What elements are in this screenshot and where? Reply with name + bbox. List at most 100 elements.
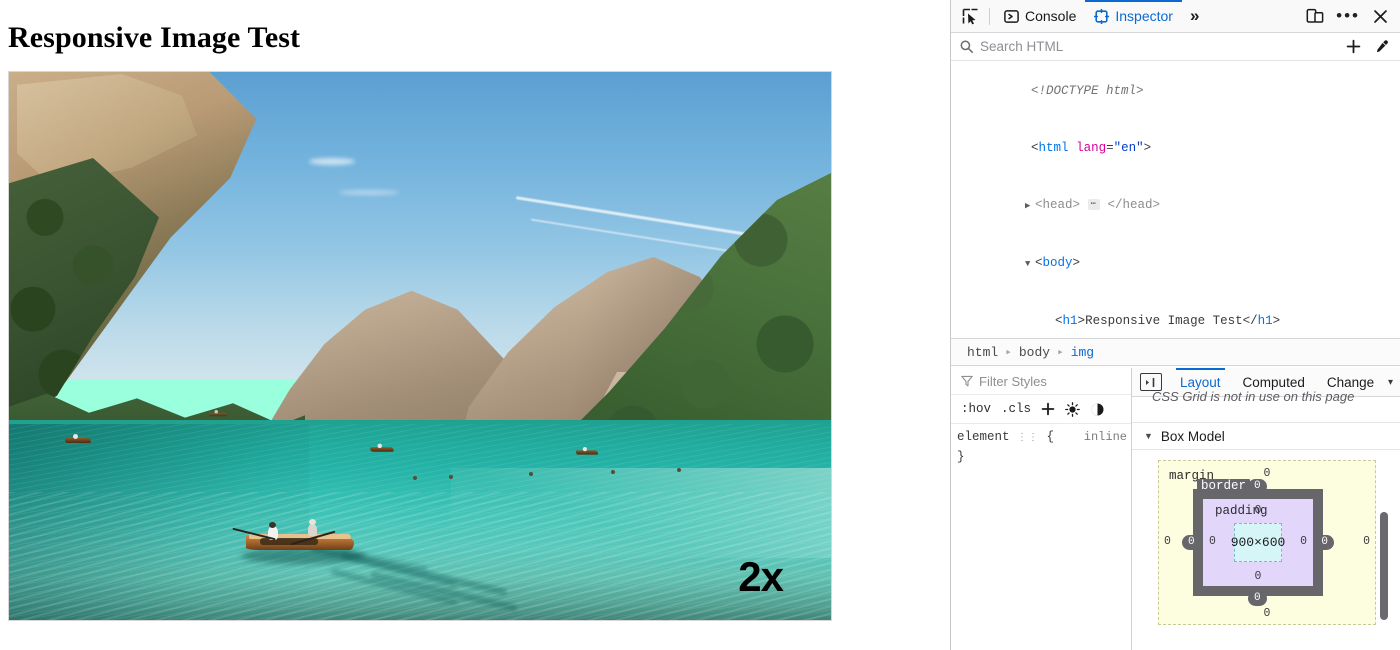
moon-icon[interactable] <box>1090 402 1105 417</box>
devtools-toolbar: Console Inspector » ••• <box>951 0 1400 33</box>
expand-head-twisty-icon[interactable]: ▶ <box>1025 197 1035 216</box>
html-markup-tree[interactable]: <!DOCTYPE html> <html lang="en"> ▶ <head>… <box>951 61 1400 338</box>
tab-layout[interactable]: Layout <box>1170 368 1231 396</box>
inspector-icon <box>1094 8 1110 24</box>
cloud-wisp <box>309 158 355 165</box>
layout-pane-scrollbar[interactable] <box>1380 512 1388 620</box>
console-icon <box>1004 9 1019 24</box>
distant-boat <box>370 443 394 452</box>
add-rule-button[interactable] <box>1041 402 1055 416</box>
breadcrumb-item-body[interactable]: body <box>1019 345 1050 360</box>
margin-left-value[interactable]: 0 <box>1164 535 1171 548</box>
border-left-value[interactable]: 0 <box>1182 534 1201 550</box>
chevron-down-icon[interactable]: ▾ <box>1388 377 1400 388</box>
element-picker-icon[interactable] <box>957 3 984 29</box>
attr-lang-value: en <box>1121 141 1137 155</box>
tab-computed[interactable]: Computed <box>1233 368 1315 396</box>
attr-lang: lang <box>1076 141 1107 155</box>
breadcrumb-separator-icon: ▸ <box>1057 347 1064 359</box>
cls-toggle-button[interactable]: .cls <box>1001 402 1031 416</box>
filter-icon <box>961 375 973 387</box>
markup-line-body[interactable]: ▼ <body> <box>951 235 1400 293</box>
margin-bottom-value[interactable]: 0 <box>1159 607 1375 620</box>
doctype-text: <!DOCTYPE html> <box>1031 84 1144 98</box>
breadcrumb-item-img[interactable]: img <box>1071 345 1094 360</box>
sun-icon[interactable] <box>1065 401 1080 417</box>
lake-photo-render <box>9 72 831 620</box>
page-title: Responsive Image Test <box>8 21 301 54</box>
tab-console[interactable]: Console <box>995 0 1085 32</box>
close-devtools-button[interactable] <box>1367 3 1393 29</box>
filter-styles-bar[interactable]: Filter Styles <box>951 368 1131 395</box>
add-new-node-button[interactable] <box>1346 39 1361 54</box>
devtools-bottom-split: Filter Styles :hov .cls element ⋮⋮ {inl… <box>951 368 1400 650</box>
shore-person <box>529 472 533 476</box>
tab-changes[interactable]: Change <box>1317 368 1384 396</box>
box-model-margin-region[interactable]: margin 0 0 0 0 border 0 0 0 0 padding 0 … <box>1158 460 1376 625</box>
water-ripples-fine <box>9 492 831 620</box>
distant-boat <box>65 434 91 443</box>
markup-line-head[interactable]: ▶ <head> ⋯ </head> <box>951 177 1400 235</box>
distant-boat <box>575 446 599 455</box>
markup-line-h1[interactable]: <h1>Responsive Image Test</h1> <box>951 293 1400 338</box>
box-model-title: Box Model <box>1160 428 1225 444</box>
padding-top-value[interactable]: 0 <box>1203 504 1313 517</box>
markup-line-doctype[interactable]: <!DOCTYPE html> <box>951 63 1400 120</box>
tag-h1: h1 <box>1062 314 1078 328</box>
border-top-value[interactable]: 0 <box>1248 479 1267 494</box>
breadcrumb[interactable]: html ▸ body ▸ img <box>951 338 1400 366</box>
cloud-wisp <box>339 190 399 195</box>
devtools-options-menu[interactable]: ••• <box>1331 3 1365 29</box>
padding-left-value[interactable]: 0 <box>1209 535 1216 548</box>
box-model-section-header[interactable]: ▼ Box Model <box>1132 423 1400 450</box>
responsive-design-mode-icon[interactable] <box>1301 3 1329 29</box>
box-model-content-size[interactable]: 900×600 <box>1231 523 1285 562</box>
margin-top-value[interactable]: 0 <box>1159 467 1375 480</box>
shore-person <box>677 468 681 472</box>
tag-html: html <box>1038 141 1069 155</box>
hov-toggle-button[interactable]: :hov <box>961 402 991 416</box>
toolbar-divider <box>989 7 990 25</box>
tag-h1-close: h1 <box>1257 314 1273 328</box>
eyedropper-icon[interactable] <box>1375 39 1390 54</box>
search-actions <box>1346 39 1394 54</box>
margin-right-value[interactable]: 0 <box>1363 535 1370 548</box>
screenshot-root: Responsive Image Test 2x Console Inspect… <box>0 0 1400 650</box>
meatball-menu-icon: ••• <box>1336 6 1360 25</box>
border-bottom-value[interactable]: 0 <box>1248 591 1267 606</box>
box-model-border-region[interactable]: border 0 0 0 0 padding 0 0 0 0 900×600 <box>1182 479 1334 606</box>
shore-person <box>413 476 417 480</box>
rower-head <box>269 522 276 528</box>
distant-boat <box>208 409 228 417</box>
styles-toolbar: :hov .cls <box>951 395 1131 424</box>
styles-pane: Filter Styles :hov .cls element ⋮⋮ {inl… <box>951 368 1132 650</box>
html-search-bar[interactable]: Search HTML <box>951 33 1400 61</box>
shore-person <box>449 475 453 479</box>
breadcrumb-item-html[interactable]: html <box>967 345 998 360</box>
collapse-body-twisty-icon[interactable]: ▼ <box>1025 255 1035 274</box>
box-model-diagram: margin 0 0 0 0 border 0 0 0 0 padding 0 … <box>1158 460 1390 625</box>
border-label: border <box>1197 479 1251 493</box>
collapsed-children-icon[interactable]: ⋯ <box>1087 199 1100 211</box>
tab-inspector[interactable]: Inspector <box>1085 0 1182 32</box>
inline-style-rule[interactable]: element ⋮⋮ { inline } <box>951 424 1131 467</box>
rowboat <box>232 519 354 551</box>
tag-head: head <box>1042 198 1073 212</box>
lake-image[interactable]: 2x <box>8 71 832 621</box>
padding-right-value[interactable]: 0 <box>1300 535 1307 548</box>
devtools-panel: Console Inspector » ••• Search HTML <!DO… <box>950 0 1400 650</box>
passenger-person <box>308 524 317 536</box>
search-input[interactable]: Search HTML <box>980 39 1339 54</box>
border-right-value[interactable]: 0 <box>1315 534 1334 550</box>
markup-line-html[interactable]: <html lang="en"> <box>951 120 1400 177</box>
rule-brace-close: } <box>957 450 965 464</box>
padding-bottom-value[interactable]: 0 <box>1203 570 1313 583</box>
filter-styles-input[interactable]: Filter Styles <box>979 374 1047 389</box>
rule-selector: element <box>957 430 1010 444</box>
rule-source-link[interactable]: inline <box>1084 428 1127 447</box>
more-tabs-chevron-icon[interactable]: » <box>1182 6 1207 26</box>
box-model-padding-region[interactable]: padding 0 0 0 0 900×600 <box>1203 499 1313 586</box>
layout-pane: Layout Computed Change ▾ CSS Grid is not… <box>1132 368 1400 650</box>
drag-grip-icon[interactable]: ⋮⋮ <box>1017 433 1039 444</box>
collapse-triangle-icon[interactable]: ▼ <box>1144 431 1153 441</box>
